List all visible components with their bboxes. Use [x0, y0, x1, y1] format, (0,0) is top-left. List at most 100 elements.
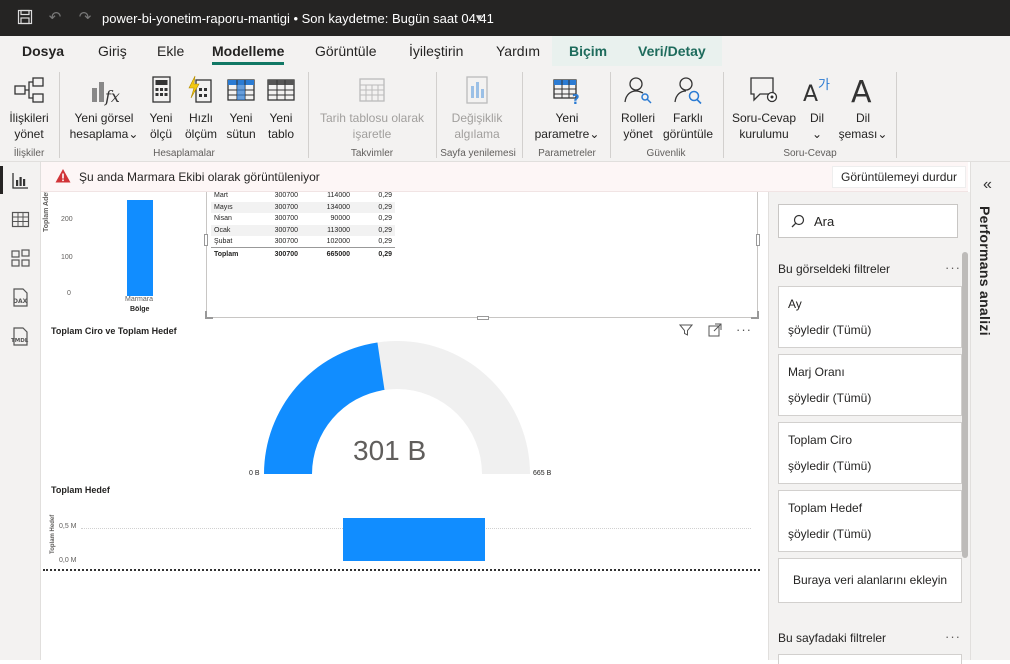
dax-query-view-icon[interactable]: DAX: [10, 287, 31, 308]
ribbon-separator: [59, 72, 60, 158]
tab-home[interactable]: Giriş: [98, 43, 127, 59]
linguistic-schema-label-2: şeması⌄: [836, 126, 890, 142]
ribbon-separator: [896, 72, 897, 158]
ribbon: İlişkileri yönet İlişkiler fx Yeni görse…: [0, 66, 1010, 162]
search-icon: [791, 214, 805, 228]
language-icon: A가: [803, 78, 830, 106]
filter-card-value: şöyledir (Tümü): [788, 323, 872, 337]
new-visual-calc-button[interactable]: fx Yeni görsel hesaplama⌄: [66, 74, 142, 142]
report-view-icon[interactable]: [10, 170, 31, 191]
redo-icon[interactable]: ↷: [76, 9, 94, 27]
performance-pane-title: Performans analizi: [977, 206, 993, 336]
filter-card-name: Ay: [788, 297, 802, 311]
table-view-icon[interactable]: [10, 209, 31, 230]
new-parameter-button[interactable]: ? Yeni parametre⌄: [528, 74, 606, 142]
view-as-button[interactable]: Farklı görüntüle: [660, 74, 716, 142]
linguistic-schema-label-1: Dil: [856, 111, 870, 125]
ribbon-separator: [522, 72, 523, 158]
language-button[interactable]: A가 Dil ⌄: [800, 74, 834, 142]
filter-card-toplam-hedef[interactable]: Toplam Hedef şöyledir (Tümü): [778, 490, 962, 552]
svg-text:A: A: [803, 82, 818, 106]
tab-insert[interactable]: Ekle: [157, 43, 184, 59]
new-column-button[interactable]: Yeni sütun: [222, 74, 260, 142]
dropdown-chevron-icon: ⌄: [128, 127, 139, 141]
visual-calculation-icon: fx: [92, 82, 120, 106]
chevron-down-icon[interactable]: ▼: [470, 10, 488, 28]
ribbon-separator: [610, 72, 611, 158]
manage-relationships-label-1: İlişkileri: [9, 111, 49, 125]
hbar-ylabel: Toplam Hedef: [50, 514, 56, 554]
table-icon: [267, 79, 295, 101]
new-column-label-1: Yeni: [229, 111, 253, 125]
window-title: power-bi-yonetim-raporu-mantigi • Son ka…: [102, 11, 494, 26]
ribbon-separator: [308, 72, 309, 158]
new-visual-calc-label-1: Yeni görsel: [74, 111, 134, 125]
mark-as-date-table-button[interactable]: Tarih tablosu olarak işaretle: [314, 74, 430, 142]
svg-text:A: A: [851, 75, 872, 106]
quick-measure-label-1: Hızlı: [189, 111, 213, 125]
calculator-icon: [152, 76, 171, 103]
linguistic-schema-label-2-text: şeması: [838, 127, 878, 141]
hbar-tick: 0,5 M: [59, 523, 77, 530]
qa-setup-label-1: Soru-Cevap: [731, 111, 797, 125]
filters-pane: Ara Bu görseldeki filtreler ··· Ay şöyle…: [768, 192, 970, 664]
manage-roles-label-2: yönet: [623, 127, 653, 141]
hbar-bar[interactable]: [343, 518, 485, 561]
group-label-qa: Soru-Cevap: [783, 148, 837, 159]
group-label-calculations: Hesaplamalar: [153, 148, 215, 159]
language-label: Dil: [810, 111, 824, 125]
new-table-button[interactable]: Yeni tablo: [262, 74, 300, 142]
new-parameter-label-2-text: parametre: [534, 127, 590, 141]
new-measure-button[interactable]: Yeni ölçü: [144, 74, 178, 142]
qa-settings-icon: [750, 77, 778, 103]
mark-date-table-label-1: Tarih tablosu olarak: [319, 111, 425, 125]
tmdl-view-icon[interactable]: TMDL: [10, 326, 31, 347]
quick-measure-button[interactable]: Hızlı ölçüm: [182, 74, 220, 142]
tab-format[interactable]: Biçim: [569, 43, 607, 59]
filter-card-marj-orani[interactable]: Marj Oranı şöyledir (Tümü): [778, 354, 962, 416]
manage-relationships-button[interactable]: İlişkileri yönet: [6, 74, 52, 142]
qa-setup-button[interactable]: Soru-Cevap kurulumu: [730, 74, 798, 142]
svg-text:DAX: DAX: [13, 298, 28, 305]
svg-text:?: ?: [572, 93, 580, 106]
add-data-fields-dropzone[interactable]: Buraya veri alanlarını ekleyin: [778, 558, 962, 603]
report-canvas[interactable]: Toplam Adet 200 100 0 Marmara Bölge Mart…: [41, 162, 768, 660]
hbar-title: Toplam Hedef: [51, 485, 110, 495]
quick-measure-label-2: ölçüm: [184, 127, 217, 141]
dropdown-chevron-icon: ⌄: [811, 127, 823, 141]
tab-file[interactable]: Dosya: [22, 43, 64, 59]
svg-text:fx: fx: [104, 87, 120, 106]
letter-a-icon: A: [851, 75, 872, 106]
change-detection-button[interactable]: Değişiklik algılama: [444, 74, 510, 142]
undo-icon[interactable]: ↶: [46, 9, 64, 27]
manage-roles-button[interactable]: Rolleri yönet: [618, 74, 658, 142]
page-filter-card[interactable]: [778, 654, 962, 664]
view-as-label-1: Farklı: [673, 111, 703, 125]
warning-icon: [55, 168, 71, 184]
scrollbar[interactable]: [962, 252, 968, 558]
relationships-icon: [14, 77, 44, 103]
filter-card-toplam-ciro[interactable]: Toplam Ciro şöyledir (Tümü): [778, 422, 962, 484]
page-filters-heading: Bu sayfadaki filtreler: [778, 631, 887, 645]
model-view-icon[interactable]: [10, 248, 31, 269]
tab-optimize[interactable]: İyileştirin: [409, 43, 463, 59]
tab-data-detail[interactable]: Veri/Detay: [638, 43, 706, 59]
change-detection-label-1: Değişiklik: [451, 111, 503, 125]
tab-modeling[interactable]: Modelleme: [212, 43, 285, 65]
change-detection-icon: [466, 76, 488, 104]
more-options-icon[interactable]: ···: [945, 629, 961, 644]
group-label-parameters: Parametreler: [538, 148, 596, 159]
new-parameter-label-2: parametre⌄: [528, 126, 606, 142]
group-label-page-refresh: Sayfa yenilemesi: [440, 148, 516, 159]
tab-help[interactable]: Yardım: [496, 43, 540, 59]
more-options-icon[interactable]: ···: [945, 260, 961, 275]
new-column-label-2: sütun: [226, 127, 256, 141]
save-icon[interactable]: [16, 9, 34, 27]
mark-date-table-label-2: işaretle: [352, 127, 392, 141]
linguistic-schema-button[interactable]: A Dil şeması⌄: [836, 74, 890, 142]
tab-view[interactable]: Görüntüle: [315, 43, 376, 59]
stop-viewing-button[interactable]: Görüntülemeyi durdur: [832, 166, 967, 188]
expand-pane-icon[interactable]: «: [983, 176, 992, 194]
filter-search-input[interactable]: Ara: [778, 204, 958, 238]
filter-card-ay[interactable]: Ay şöyledir (Tümü): [778, 286, 962, 348]
